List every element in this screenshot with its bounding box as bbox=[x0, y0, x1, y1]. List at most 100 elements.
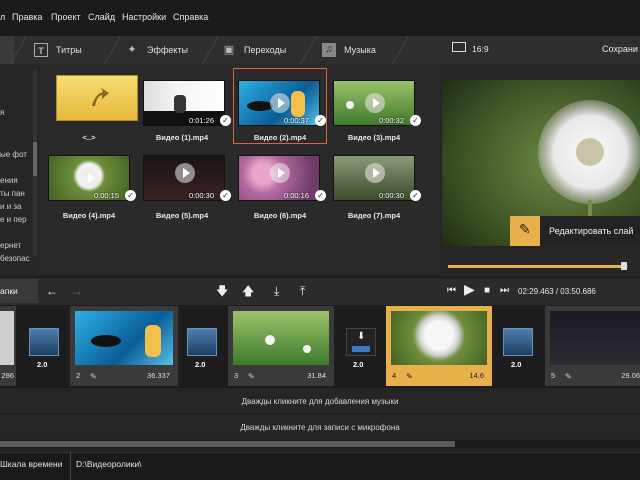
check-icon: ✓ bbox=[125, 190, 136, 201]
video-thumbnail[interactable]: 0:00:32 bbox=[333, 80, 415, 126]
menu-file[interactable]: л bbox=[0, 12, 5, 22]
forward-arrow-icon[interactable]: → bbox=[71, 284, 83, 298]
file-name: <..> bbox=[82, 133, 96, 142]
microphone-track-hint: Дважды кликните для записи с микрофона bbox=[240, 423, 400, 432]
menu-help[interactable]: Справка bbox=[173, 12, 208, 22]
folder-tree-scrollbar[interactable] bbox=[33, 70, 37, 256]
tab-titles-label: Титры bbox=[56, 45, 82, 55]
transition-thumb[interactable]: ⬇ bbox=[346, 328, 376, 356]
tab-transitions-label: Переходы bbox=[244, 45, 287, 55]
folder-item[interactable]: ты пан bbox=[0, 189, 25, 198]
seek-progress bbox=[448, 265, 624, 268]
arrow-up-icon bbox=[92, 88, 109, 106]
clip-duration: 14.6 bbox=[469, 371, 484, 380]
pencil-icon[interactable]: ✎ bbox=[510, 216, 540, 246]
check-icon: ✓ bbox=[315, 190, 326, 201]
play-icon bbox=[365, 93, 385, 113]
tab-effects[interactable]: ✦ Эффекты bbox=[125, 36, 188, 64]
menu-project[interactable]: Проект bbox=[51, 12, 81, 22]
transition-duration: 2.0 bbox=[511, 360, 522, 369]
move-up-icon[interactable]: 🡅 bbox=[242, 284, 254, 298]
check-icon: ✓ bbox=[410, 190, 421, 201]
tab-transitions[interactable]: ▣ Переходы bbox=[222, 36, 286, 64]
play-icon bbox=[80, 168, 100, 188]
folder-item[interactable]: ернет bbox=[0, 241, 21, 250]
seek-handle[interactable] bbox=[621, 262, 627, 270]
move-down-icon[interactable]: 🡇 bbox=[216, 284, 228, 298]
file-duration: 0:00:16 bbox=[283, 191, 309, 200]
pencil-icon[interactable]: ✎ bbox=[248, 372, 255, 381]
menu-edit[interactable]: Правка bbox=[12, 12, 42, 22]
timeline-scrollbar[interactable] bbox=[0, 440, 640, 448]
back-arrow-icon[interactable]: ← bbox=[46, 284, 58, 298]
video-thumbnail[interactable]: 0:00:37 bbox=[238, 80, 320, 126]
transition-thumb[interactable] bbox=[187, 328, 217, 356]
timeline-clip[interactable]: 286 bbox=[0, 306, 16, 386]
menu-settings[interactable]: Настройки bbox=[122, 12, 166, 22]
clip-number: 4 bbox=[392, 371, 397, 380]
file-duration: 0:00:15 bbox=[93, 191, 119, 200]
stop-icon[interactable]: ■ bbox=[484, 284, 490, 298]
scroll-thumb[interactable] bbox=[0, 441, 455, 447]
rotate-down-icon[interactable]: ⤓ bbox=[274, 284, 279, 298]
file-duration: 0:00:30 bbox=[188, 191, 214, 200]
clip-duration: 286 bbox=[1, 371, 14, 380]
play-icon bbox=[270, 163, 290, 183]
check-icon: ✓ bbox=[410, 115, 421, 126]
transition-duration: 2.0 bbox=[37, 360, 48, 369]
play-icon[interactable]: ▶ bbox=[464, 282, 475, 296]
music-track-hint: Дважды кликните для добавления музыки bbox=[241, 397, 399, 406]
arrow-down-icon: ⬇ bbox=[357, 331, 366, 342]
folder-item[interactable]: и и за bbox=[0, 202, 22, 211]
transition-thumb[interactable] bbox=[503, 328, 533, 356]
video-thumbnail[interactable]: 0:00:30 bbox=[143, 155, 225, 201]
clip-number: 3 bbox=[234, 371, 239, 380]
clip-number: 2 bbox=[76, 371, 81, 380]
folders-button[interactable]: апки bbox=[0, 279, 38, 303]
rotate-up-icon[interactable]: ⤒ bbox=[300, 284, 305, 298]
timeline-clip-selected[interactable]: 4 ✎ 14.6 bbox=[386, 306, 492, 386]
tab-music-label: Музыка bbox=[344, 45, 376, 55]
clip-duration: 36.337 bbox=[147, 371, 170, 380]
play-icon bbox=[270, 93, 290, 113]
next-icon[interactable]: ⏭ bbox=[500, 284, 509, 298]
view-mode[interactable]: Шкала времени bbox=[0, 459, 62, 469]
menu-slide[interactable]: Слайд bbox=[88, 12, 115, 22]
previous-icon[interactable]: ⏮ bbox=[447, 284, 456, 298]
time-display: 02:29.463 / 03:50.686 bbox=[518, 287, 596, 296]
file-duration: 0:01:26 bbox=[188, 116, 214, 125]
folder-item[interactable]: я bbox=[0, 108, 4, 117]
microphone-track[interactable]: Дважды кликните для записи с микрофона bbox=[0, 413, 640, 439]
timeline-clip[interactable]: 5 ✎ 29.06 bbox=[545, 306, 640, 386]
file-name: Видео (2).mp4 bbox=[253, 133, 307, 142]
check-icon: ✓ bbox=[220, 115, 231, 126]
titles-icon: T bbox=[34, 43, 48, 57]
tab-music[interactable]: ♫ Музыка bbox=[322, 36, 376, 64]
pencil-icon[interactable]: ✎ bbox=[406, 372, 413, 381]
folder-item[interactable]: ения bbox=[0, 176, 18, 185]
timeline-clip[interactable]: 2 ✎ 36.337 bbox=[70, 306, 178, 386]
file-name: Видео (7).mp4 bbox=[347, 211, 401, 220]
tab-titles[interactable]: T Титры bbox=[34, 36, 82, 64]
folder-up-tile[interactable] bbox=[56, 75, 138, 121]
pencil-icon[interactable]: ✎ bbox=[565, 372, 572, 381]
video-thumbnail[interactable]: 0:00:15 bbox=[48, 155, 130, 201]
folder-item[interactable]: безопас bbox=[0, 254, 30, 263]
scroll-thumb[interactable] bbox=[33, 142, 37, 176]
folder-item[interactable]: ые фот bbox=[0, 150, 27, 159]
video-thumbnail[interactable]: 0:01:26 bbox=[143, 80, 225, 126]
pencil-icon[interactable]: ✎ bbox=[90, 372, 97, 381]
video-thumbnail[interactable]: 0:00:30 bbox=[333, 155, 415, 201]
folder-item[interactable]: е и пер bbox=[0, 215, 27, 224]
file-name: Видео (1).mp4 bbox=[155, 133, 209, 142]
transition-thumb[interactable] bbox=[29, 328, 59, 356]
check-icon: ✓ bbox=[315, 115, 326, 126]
save-button[interactable]: Сохрани bbox=[602, 44, 638, 54]
aspect-ratio[interactable]: 16:9 bbox=[472, 44, 489, 54]
music-track[interactable]: Дважды кликните для добавления музыки bbox=[0, 387, 640, 413]
timeline-clip[interactable]: 3 ✎ 31.84 bbox=[228, 306, 334, 386]
edit-slide-label: Редактировать слай bbox=[549, 226, 634, 236]
video-thumbnail[interactable]: 0:00:16 bbox=[238, 155, 320, 201]
music-icon: ♫ bbox=[322, 43, 336, 57]
transition-duration: 2.0 bbox=[195, 360, 206, 369]
